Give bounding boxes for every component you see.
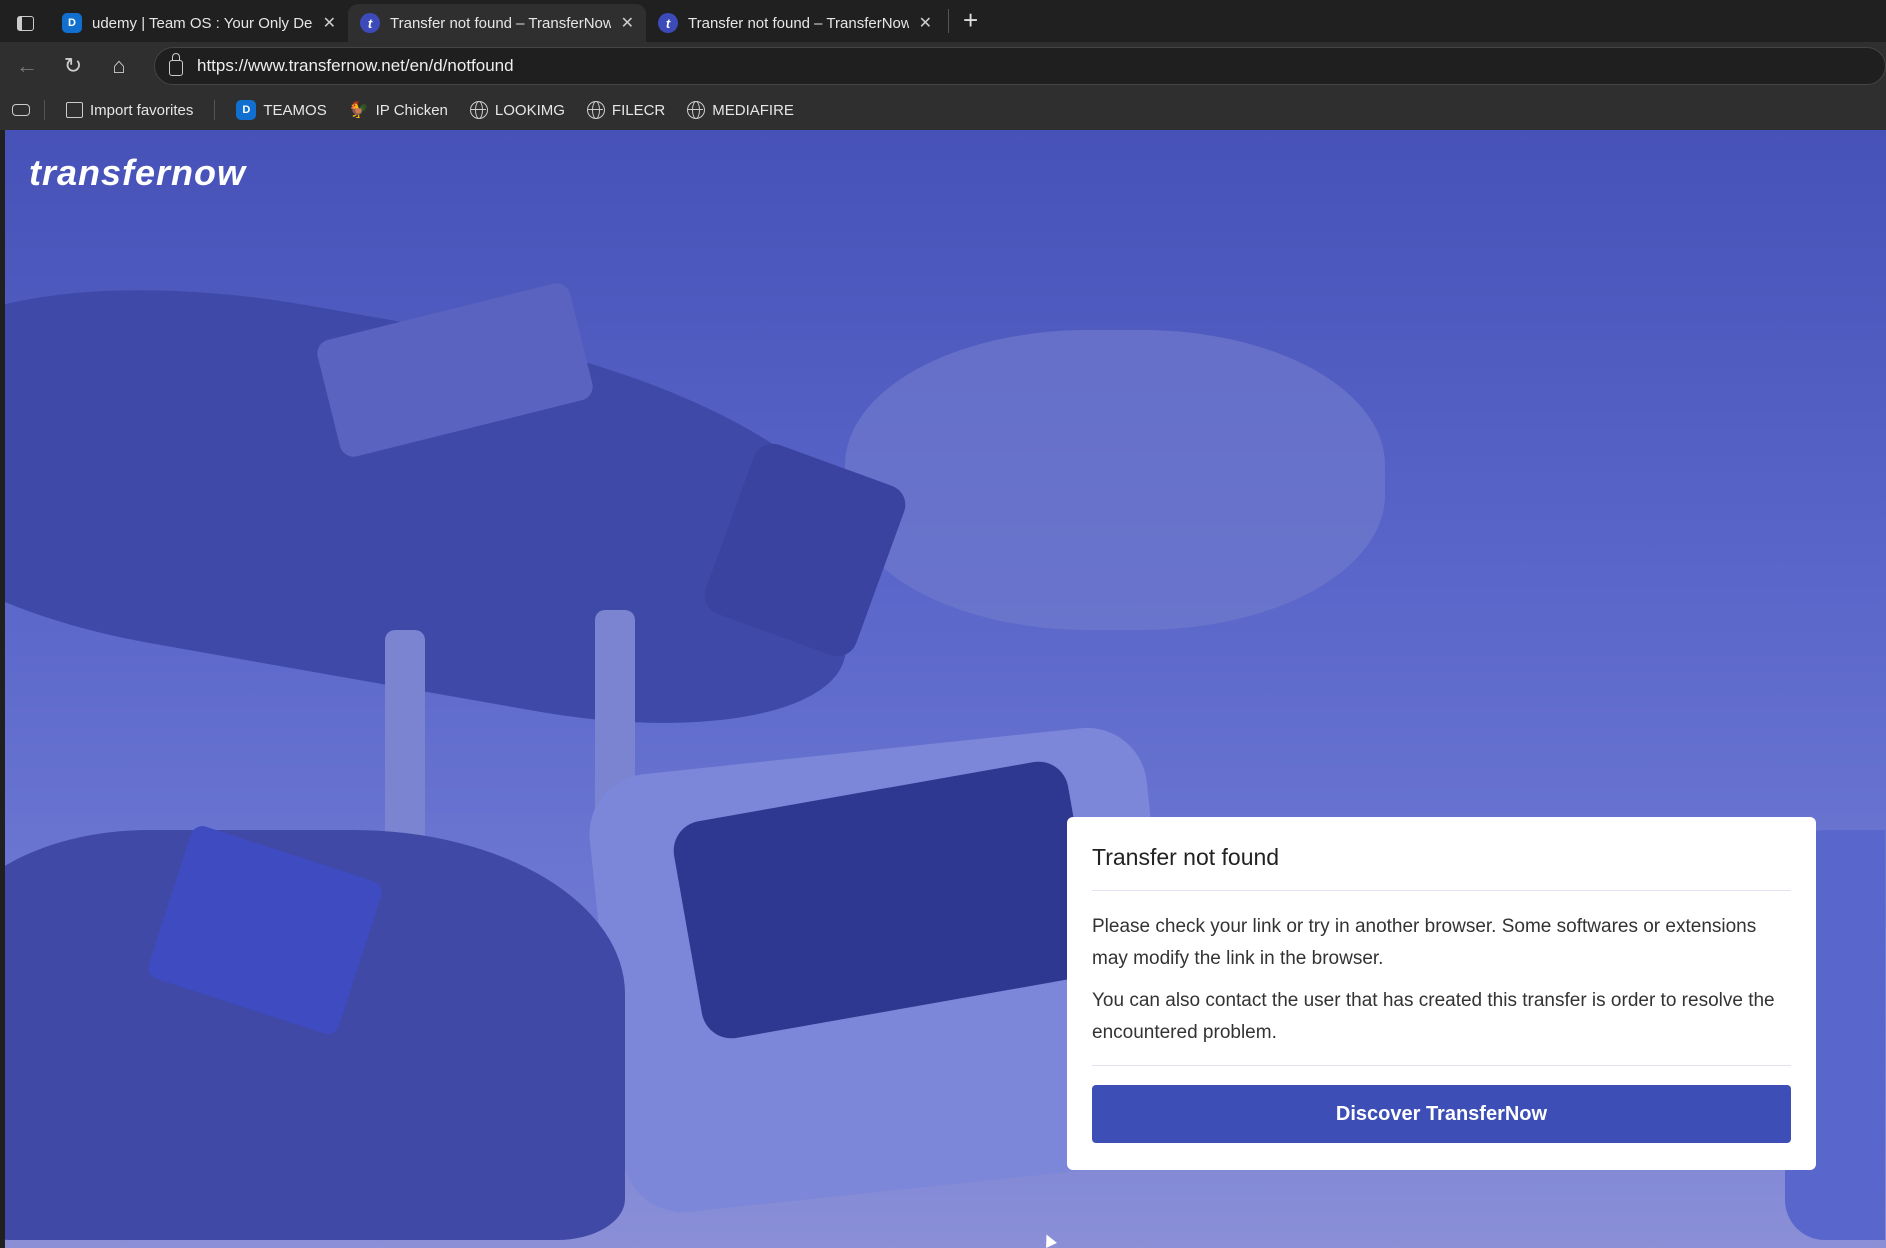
chicken-icon: 🐓 — [348, 102, 369, 119]
discover-transfernow-button[interactable]: Discover TransferNow — [1092, 1085, 1791, 1143]
transfernow-favicon-icon: t — [658, 13, 678, 33]
card-title: Transfer not found — [1092, 817, 1791, 891]
card-message-contact: You can also contact the user that has c… — [1092, 990, 1775, 1043]
bookmark-label: MEDIAFIRE — [712, 101, 794, 119]
tab-udemy[interactable]: D udemy | Team OS : Your Only Destinatio… — [50, 4, 348, 42]
teamos-favicon-icon: D — [62, 13, 82, 33]
tab-title: Transfer not found – TransferNow — [390, 14, 611, 32]
globe-icon — [469, 101, 488, 119]
bookmark-teamos[interactable]: D TEAMOS — [229, 100, 333, 120]
bookmark-label: IP Chicken — [375, 101, 448, 119]
page-content: transfernow Transfer not found Please ch… — [5, 130, 1886, 1248]
close-tab-icon[interactable]: ✕ — [621, 13, 634, 33]
back-button[interactable]: ← — [12, 53, 42, 79]
lock-icon[interactable] — [169, 53, 183, 76]
address-bar[interactable]: https://www.transfernow.net/en/d/notfoun… — [154, 47, 1886, 85]
divider — [214, 100, 216, 120]
card-message: Please check your link or try in another… — [1092, 916, 1757, 969]
reload-button[interactable]: ↻ — [58, 53, 88, 79]
tab-strip: D udemy | Team OS : Your Only Destinatio… — [0, 0, 1886, 42]
close-tab-icon[interactable]: ✕ — [323, 13, 336, 33]
globe-icon — [687, 101, 706, 119]
sidebar-toggle-button[interactable] — [0, 4, 50, 42]
bookmark-ip-chicken[interactable]: 🐓 IP Chicken — [342, 100, 455, 120]
bookmark-label: Import favorites — [90, 101, 194, 119]
tab-title: udemy | Team OS : Your Only Destination — [92, 14, 313, 32]
url-text[interactable]: https://www.transfernow.net/en/d/notfoun… — [197, 56, 514, 76]
bookmarks-bar: Import favorites D TEAMOS 🐓 IP Chicken L… — [0, 90, 1886, 130]
bookmark-import-favorites[interactable]: Import favorites — [59, 102, 200, 119]
bookmark-label: TEAMOS — [263, 101, 327, 119]
navigation-toolbar: ← ↻ ⌂ https://www.transfernow.net/en/d/n… — [0, 42, 1886, 90]
tab-transfernow-active[interactable]: t Transfer not found – TransferNow ✕ — [348, 4, 646, 42]
tab-actions-icon[interactable] — [12, 104, 30, 116]
tab-title: Transfer not found – TransferNow — [688, 14, 909, 32]
teamos-icon: D — [236, 100, 257, 120]
globe-icon — [586, 101, 605, 119]
close-tab-icon[interactable]: ✕ — [919, 13, 932, 33]
transfer-not-found-card: Transfer not found Please check your lin… — [1067, 817, 1816, 1170]
tab-transfernow[interactable]: t Transfer not found – TransferNow ✕ — [646, 4, 944, 42]
transfernow-logo[interactable]: transfernow — [29, 152, 246, 194]
bookmark-mediafire[interactable]: MEDIAFIRE — [680, 101, 801, 119]
mouse-cursor-icon — [1041, 1232, 1057, 1248]
transfernow-favicon-icon: t — [360, 13, 380, 33]
home-button[interactable]: ⌂ — [104, 53, 134, 79]
bookmark-lookimg[interactable]: LOOKIMG — [463, 101, 572, 119]
new-tab-button[interactable]: + — [948, 7, 992, 33]
bookmark-label: LOOKIMG — [494, 101, 565, 119]
sidebar-icon — [16, 15, 34, 31]
divider — [44, 100, 45, 120]
bookmark-filecr[interactable]: FILECR — [580, 101, 672, 119]
import-icon — [66, 102, 83, 118]
divider — [1092, 1065, 1791, 1066]
bookmark-label: FILECR — [611, 101, 666, 119]
